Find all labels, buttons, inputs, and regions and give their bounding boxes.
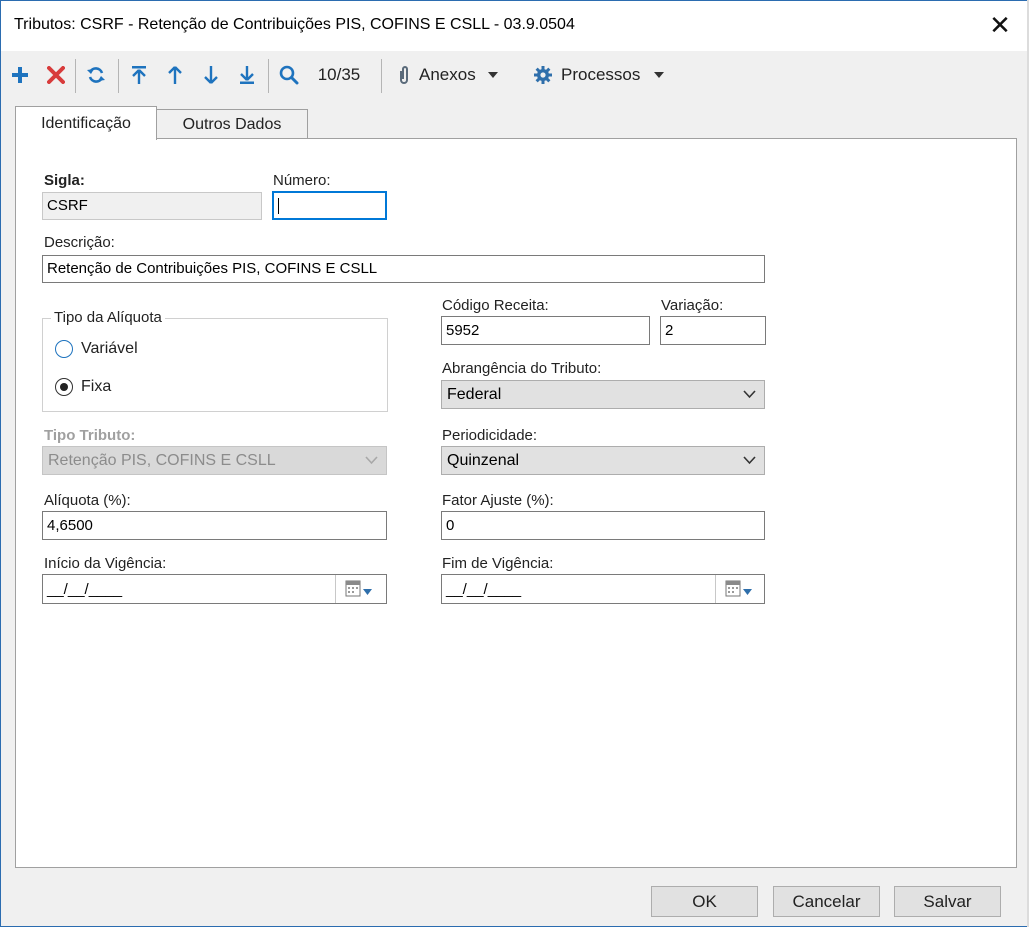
dropdown-arrow-icon <box>743 582 752 599</box>
last-record-icon[interactable] <box>234 57 260 93</box>
descricao-label: Descrição: <box>44 234 115 251</box>
processos-label: Processos <box>561 65 641 84</box>
codigo-receita-label: Código Receita: <box>442 297 549 314</box>
cancel-button[interactable]: Cancelar <box>773 886 880 917</box>
tipo-tributo-select: Retenção PIS, COFINS E CSLL <box>42 446 387 475</box>
calendar-dropdown-button[interactable] <box>345 579 372 601</box>
tab-identificacao[interactable]: Identificação <box>15 106 157 140</box>
variavel-radio[interactable] <box>55 340 73 358</box>
calendar-icon <box>725 579 741 601</box>
record-counter: 10/35 <box>317 65 361 84</box>
aliquota-field[interactable]: 4,6500 <box>42 511 387 540</box>
abrangencia-label: Abrangência do Tributo: <box>442 360 602 377</box>
inicio-vigencia-label: Início da Vigência: <box>44 555 167 572</box>
toolbar-separator <box>75 59 76 93</box>
refresh-icon[interactable] <box>83 57 109 93</box>
dropdown-arrow-icon <box>654 72 665 78</box>
save-button[interactable]: Salvar <box>894 886 1001 917</box>
chevron-down-icon <box>743 447 756 483</box>
paperclip-icon <box>397 65 411 85</box>
descricao-field[interactable]: Retenção de Contribuições PIS, COFINS E … <box>42 255 765 283</box>
dropdown-arrow-icon <box>363 582 372 599</box>
toolbar-separator <box>118 59 119 93</box>
fim-vigencia-value: __/__/____ <box>446 581 522 598</box>
numero-field[interactable] <box>272 191 387 220</box>
search-icon[interactable] <box>276 57 302 93</box>
variacao-label: Variação: <box>661 297 724 314</box>
fator-ajuste-label: Fator Ajuste (%): <box>442 492 554 509</box>
fator-ajuste-field[interactable]: 0 <box>441 511 765 540</box>
tab-panel: Sigla: CSRF Número: Descrição: Retenção … <box>15 138 1017 868</box>
first-record-icon[interactable] <box>126 57 152 93</box>
delete-x-icon[interactable] <box>43 57 69 93</box>
dialog-window: Tributos: CSRF - Retenção de Contribuiçõ… <box>0 0 1029 927</box>
fim-vigencia-label: Fim de Vigência: <box>442 555 554 572</box>
calendar-icon <box>345 579 361 601</box>
close-icon[interactable]: ✕ <box>982 9 1018 43</box>
aliquota-label: Alíquota (%): <box>44 492 131 509</box>
dropdown-arrow-icon <box>487 72 498 78</box>
tipo-aliquota-legend: Tipo da Alíquota <box>51 309 165 326</box>
field-divider <box>715 575 716 603</box>
tipo-tributo-value: Retenção PIS, COFINS E CSLL <box>48 452 276 469</box>
toolbar-separator <box>268 59 269 93</box>
anexos-menu-button[interactable]: Anexos <box>397 57 521 93</box>
window-title: Tributos: CSRF - Retenção de Contribuiçõ… <box>14 16 575 33</box>
numero-label: Número: <box>273 172 331 189</box>
anexos-label: Anexos <box>419 65 476 84</box>
text-caret <box>278 198 279 215</box>
ok-button[interactable]: OK <box>651 886 758 917</box>
gear-icon <box>533 65 553 85</box>
periodicidade-select[interactable]: Quinzenal <box>441 446 765 475</box>
title-bar: Tributos: CSRF - Retenção de Contribuiçõ… <box>1 1 1028 51</box>
toolbar-separator <box>381 59 382 93</box>
sigla-label: Sigla: <box>44 172 85 189</box>
plus-icon[interactable] <box>7 57 33 93</box>
calendar-dropdown-button[interactable] <box>725 579 752 601</box>
periodicidade-label: Periodicidade: <box>442 427 538 444</box>
inicio-vigencia-field[interactable]: __/__/____ <box>42 574 387 604</box>
abrangencia-value: Federal <box>447 386 502 403</box>
abrangencia-select[interactable]: Federal <box>441 380 765 409</box>
fixa-label[interactable]: Fixa <box>81 378 111 396</box>
fim-vigencia-field[interactable]: __/__/____ <box>441 574 765 604</box>
chevron-down-icon <box>743 381 756 417</box>
chevron-down-icon <box>365 447 378 483</box>
fixa-radio[interactable] <box>55 378 73 396</box>
tab-outros-dados[interactable]: Outros Dados <box>156 109 308 140</box>
next-record-icon[interactable] <box>198 57 224 93</box>
tipo-aliquota-group: Tipo da Alíquota Variável Fixa <box>42 309 388 412</box>
periodicidade-value: Quinzenal <box>447 452 520 469</box>
radio-dot <box>59 382 68 391</box>
inicio-vigencia-value: __/__/____ <box>47 581 123 598</box>
previous-record-icon[interactable] <box>162 57 188 93</box>
field-divider <box>335 575 336 603</box>
processos-menu-button[interactable]: Processos <box>533 57 683 93</box>
toolbar: 10/35 Anexos Processos <box>1 51 1028 99</box>
variavel-label[interactable]: Variável <box>81 340 138 358</box>
tipo-tributo-label: Tipo Tributo: <box>44 427 136 444</box>
codigo-receita-field[interactable]: 5952 <box>441 316 650 345</box>
sigla-field: CSRF <box>42 192 262 220</box>
variacao-field[interactable]: 2 <box>660 316 766 345</box>
